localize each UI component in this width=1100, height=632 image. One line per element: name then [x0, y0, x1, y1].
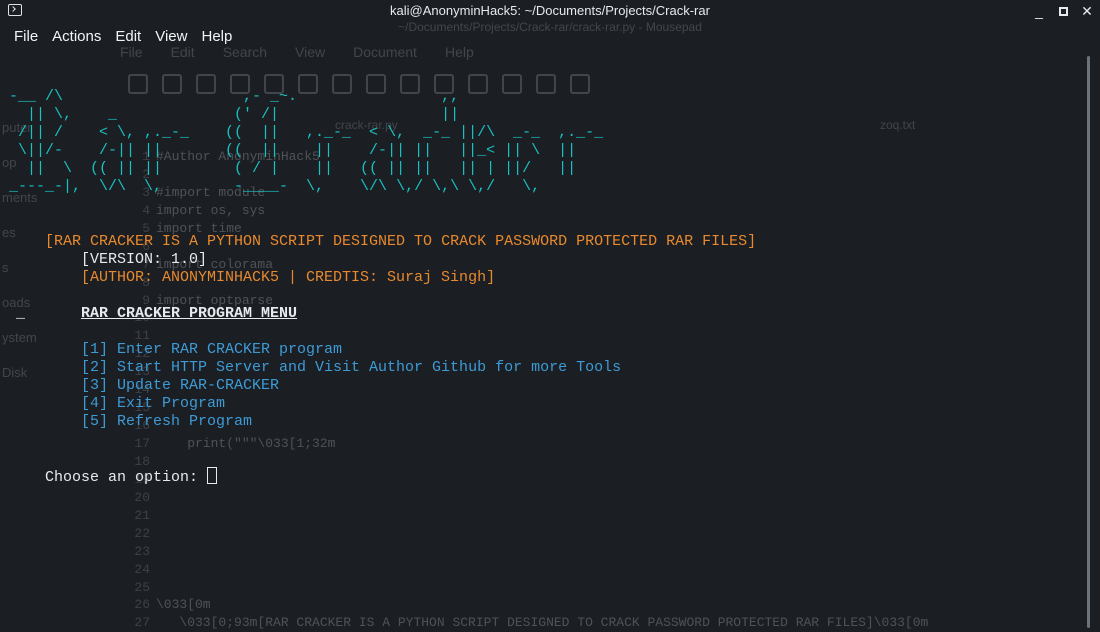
tab-zoq: zoq.txt [880, 118, 916, 132]
description-text: [RAR CRACKER IS A PYTHON SCRIPT DESIGNED… [45, 233, 757, 250]
bg-menu-view: View [295, 44, 326, 60]
prompt-text: Choose an option: [45, 469, 208, 486]
code-line: print("""\033[1;32m [156, 436, 336, 451]
maximize-icon [1058, 7, 1068, 16]
ascii-banner-line: || \ (( || || ( / | || (( || || || | ||/… [0, 160, 577, 177]
terminal-menubar: File Actions Edit View Help [0, 26, 239, 48]
line-number: 22 [134, 525, 150, 541]
vertical-scrollbar[interactable] [1087, 56, 1090, 628]
menu-option-2: [2] Start HTTP Server and Visit Author G… [81, 359, 622, 376]
ascii-banner-line: -__ /\ ,- _~. ,, [0, 88, 460, 105]
menu-title: RAR CRACKER PROGRAM MENU [81, 305, 298, 322]
line-number: 23 [134, 543, 150, 559]
menu-option-1: [1] Enter RAR CRACKER program [81, 341, 343, 358]
menu-file[interactable]: File [0, 26, 45, 48]
terminal-titlebar: kali@AnonyminHack5: ~/Documents/Projects… [0, 0, 1100, 22]
minimize-button[interactable]: _ [1030, 2, 1048, 20]
ascii-banner-line: /|| / < \, ,._-_ (( || ,._-_ < \, _-_ ||… [0, 124, 604, 141]
replace-icon [536, 74, 556, 94]
code-line: \033[0;93m[RAR CRACKER IS A PYTHON SCRIP… [156, 615, 929, 631]
menu-option-3: [3] Update RAR-CRACKER [81, 377, 280, 394]
ascii-banner-line: _---_-|, \/\ \, -____- \, \/\ \,/ \,\ \,… [0, 178, 541, 195]
search-icon [502, 74, 522, 94]
line-number: 27 [134, 615, 150, 631]
underscore-marker: _ [16, 305, 26, 322]
window-title: kali@AnonyminHack5: ~/Documents/Projects… [390, 3, 710, 18]
code-line: import os, sys [156, 202, 266, 218]
line-number: 24 [134, 561, 150, 577]
line-number: 4 [142, 202, 150, 218]
menu-edit[interactable]: Edit [108, 26, 148, 48]
goto-icon [570, 74, 590, 94]
ascii-banner-line: || \, _ (' /| || [0, 106, 460, 123]
version-text: [VERSION: 1.0] [81, 251, 208, 268]
menu-option-4: [4] Exit Program [81, 395, 226, 412]
bg-menu-document: Document [353, 44, 417, 60]
maximize-button[interactable] [1054, 2, 1072, 20]
menu-option-5: [5] Refresh Program [81, 413, 253, 430]
ascii-banner-line: \||/- /-|| || (( || || /-|| || ||_< || \… [0, 142, 577, 159]
menu-actions[interactable]: Actions [45, 26, 108, 48]
text-cursor[interactable] [207, 467, 218, 484]
line-number: 21 [134, 507, 150, 523]
bg-menu-help: Help [444, 44, 474, 60]
menu-view[interactable]: View [148, 26, 194, 48]
menu-help[interactable]: Help [194, 26, 239, 48]
author-text: [AUTHOR: ANONYMINHACK5 | CREDTIS: Suraj … [81, 269, 496, 286]
line-number: 20 [134, 489, 150, 505]
line-number: 26 [134, 597, 150, 613]
paste-icon [468, 74, 488, 94]
line-number: 25 [134, 579, 150, 595]
close-button[interactable]: ✕ [1078, 2, 1096, 20]
code-line: \033[0m [156, 597, 211, 613]
prompt-line: Choose an option: [9, 449, 218, 486]
